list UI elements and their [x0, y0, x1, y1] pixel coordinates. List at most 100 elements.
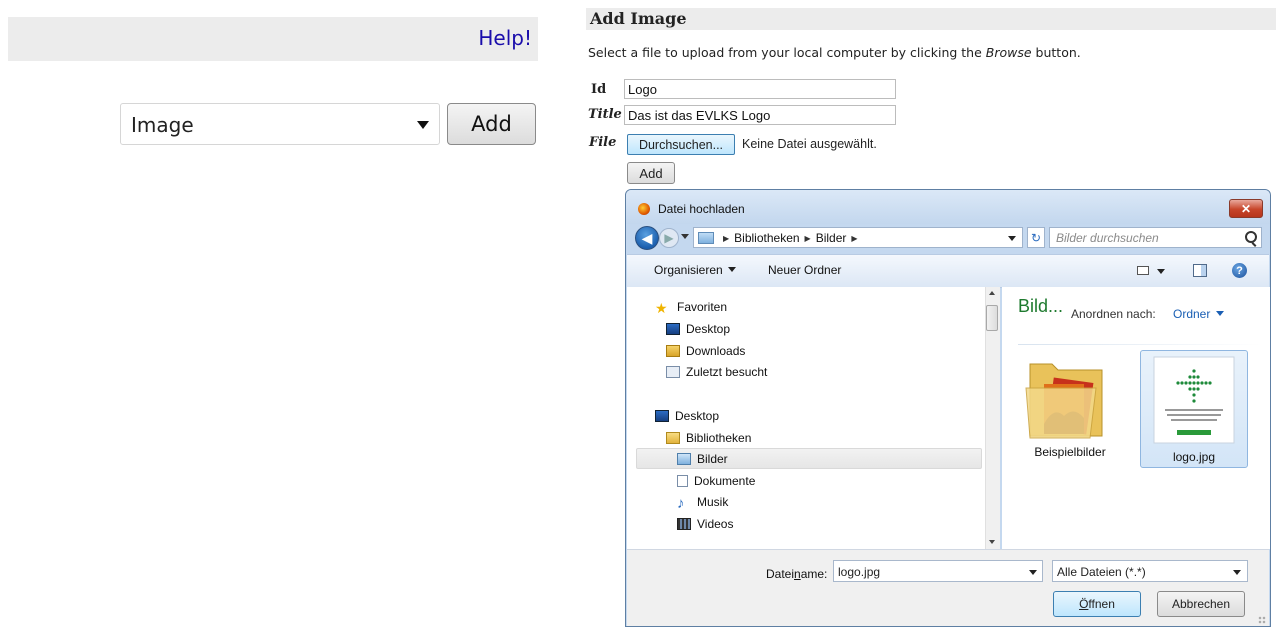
breadcrumb-items: ▶ Bibliotheken ▶ Bilder ▶ [723, 231, 858, 245]
file-upload-dialog: Datei hochladen ✕ ◀ ▶ ▶ Bibliotheken ▶ Bild… [625, 189, 1271, 627]
intro-text-emphasis: Browse [985, 45, 1032, 60]
nav-item-recent[interactable]: Zuletzt besucht [666, 362, 767, 382]
forward-icon[interactable]: ▶ [659, 228, 679, 248]
nav-label: Zuletzt besucht [686, 365, 768, 379]
nav-item-music[interactable]: ♪ Musik [677, 492, 728, 512]
desktop-icon [655, 410, 669, 422]
close-icon[interactable]: ✕ [1229, 199, 1263, 218]
help-link[interactable]: Help! [478, 26, 532, 50]
nav-label: Musik [697, 495, 729, 509]
nav-item-downloads[interactable]: Downloads [666, 341, 745, 361]
nav-label: Favoriten [677, 300, 728, 314]
chevron-down-icon [1216, 311, 1225, 316]
nav-label: Downloads [686, 344, 746, 358]
address-bar: ◀ ▶ ▶ Bibliotheken ▶ Bilder ▶ ↻ Bilder durch… [633, 224, 1263, 250]
filetype-select[interactable]: Alle Dateien (*.*) [1052, 560, 1248, 582]
chevron-down-icon [1233, 570, 1241, 575]
pictures-icon [698, 232, 714, 244]
nav-item-documents[interactable]: Dokumente [677, 471, 755, 491]
nav-label: Desktop [686, 322, 731, 336]
chevron-down-icon[interactable] [1008, 236, 1016, 241]
dialog-toolbar: Organisieren Neuer Ordner ? [627, 254, 1269, 288]
dialog-title: Datei hochladen [658, 202, 745, 216]
nav-label: Desktop [675, 409, 720, 423]
star-icon: ★ [655, 300, 668, 316]
filename-label-accel: n [794, 567, 801, 581]
resize-grip-icon[interactable] [1258, 616, 1266, 624]
browse-button[interactable]: Durchsuchen... [627, 134, 735, 155]
new-folder-button[interactable]: Neuer Ordner [768, 263, 841, 277]
filetype-value: Alle Dateien (*.*) [1057, 565, 1146, 579]
help-icon[interactable]: ? [1232, 263, 1247, 278]
title-label: Title [588, 107, 622, 122]
folder-icon [1025, 363, 1103, 439]
dialog-titlebar[interactable]: Datei hochladen ✕ [626, 190, 1270, 224]
section-title: Add Image [586, 8, 1276, 30]
no-file-text: Keine Datei ausgewählt. [742, 137, 877, 151]
search-input[interactable]: Bilder durchsuchen [1049, 227, 1262, 248]
file-tile-folder[interactable]: Beispielbilder [1022, 350, 1118, 466]
file-name: Beispielbilder [1034, 445, 1106, 459]
divider [1018, 344, 1262, 345]
intro-text-end: button. [1031, 45, 1081, 60]
navigation-pane: ★ Favoriten Desktop Downloads Zuletzt bes… [627, 287, 985, 549]
videos-icon [677, 518, 691, 530]
cancel-button[interactable]: Abbrechen [1157, 591, 1245, 617]
image-thumbnail [1153, 356, 1235, 444]
add-element-button[interactable]: Add [447, 103, 536, 145]
firefox-icon [638, 203, 650, 215]
desktop-icon [666, 323, 680, 335]
intro-text: Select a file to upload from your local … [588, 45, 1081, 60]
view-icon[interactable] [1137, 266, 1149, 275]
chevron-down-icon[interactable] [1029, 570, 1037, 575]
breadcrumb-item[interactable]: Bibliotheken [734, 231, 799, 245]
element-type-select[interactable]: Image [120, 103, 440, 145]
id-field[interactable] [624, 79, 896, 99]
filename-field[interactable]: logo.jpg [833, 560, 1043, 582]
refresh-icon[interactable]: ↻ [1027, 227, 1045, 248]
element-type-value: Image [131, 113, 194, 137]
nav-item-desktop-fav[interactable]: Desktop [666, 319, 730, 339]
intro-text-start: Select a file to upload from your local … [588, 45, 986, 60]
filename-value: logo.jpg [838, 565, 881, 579]
nav-item-pictures[interactable]: Bilder [677, 449, 728, 469]
sort-dropdown[interactable]: Ordner [1173, 307, 1225, 321]
filename-label-part: ame: [800, 567, 828, 581]
nav-item-desktop[interactable]: Desktop [655, 406, 719, 426]
file-tile-selected[interactable]: logo.jpg [1140, 350, 1248, 468]
nav-label: Videos [697, 517, 734, 531]
breadcrumb-item[interactable]: Bilder [816, 231, 847, 245]
scroll-up-icon[interactable] [989, 291, 995, 295]
back-icon[interactable]: ◀ [635, 226, 659, 250]
scroll-down-icon[interactable] [989, 540, 995, 544]
search-icon[interactable] [1245, 231, 1257, 243]
organize-label: Organisieren [654, 263, 723, 277]
open-button[interactable]: Öffnen [1053, 591, 1141, 617]
nav-label: Bibliotheken [686, 431, 752, 445]
nav-favorites[interactable]: ★ Favoriten [655, 297, 727, 317]
history-dropdown-icon[interactable] [681, 234, 689, 239]
music-icon: ♪ [677, 495, 685, 512]
chevron-down-icon[interactable] [1157, 269, 1165, 274]
help-bar: Help! [8, 17, 538, 61]
search-placeholder: Bilder durchsuchen [1056, 231, 1159, 245]
nav-item-libraries[interactable]: Bibliotheken [666, 428, 751, 448]
nav-item-videos[interactable]: Videos [677, 514, 733, 534]
breadcrumb[interactable]: ▶ Bibliotheken ▶ Bilder ▶ [693, 227, 1023, 248]
library-icon [666, 432, 680, 444]
file-name: logo.jpg [1172, 450, 1216, 464]
documents-icon [677, 475, 688, 487]
add-image-button[interactable]: Add [627, 162, 675, 184]
title-field[interactable] [624, 105, 896, 125]
open-accel: Ö [1079, 597, 1089, 611]
nav-label: Bilder [697, 452, 728, 466]
preview-pane-icon[interactable] [1193, 264, 1207, 277]
library-title: Bild... [1018, 296, 1064, 316]
chevron-down-icon [417, 121, 429, 129]
nav-scroll-thumb[interactable] [986, 305, 998, 331]
file-label: File [589, 135, 617, 150]
chevron-down-icon [727, 267, 736, 272]
sort-label: Anordnen nach: [1071, 307, 1156, 321]
downloads-icon [666, 345, 680, 357]
organize-menu[interactable]: Organisieren [654, 263, 736, 277]
